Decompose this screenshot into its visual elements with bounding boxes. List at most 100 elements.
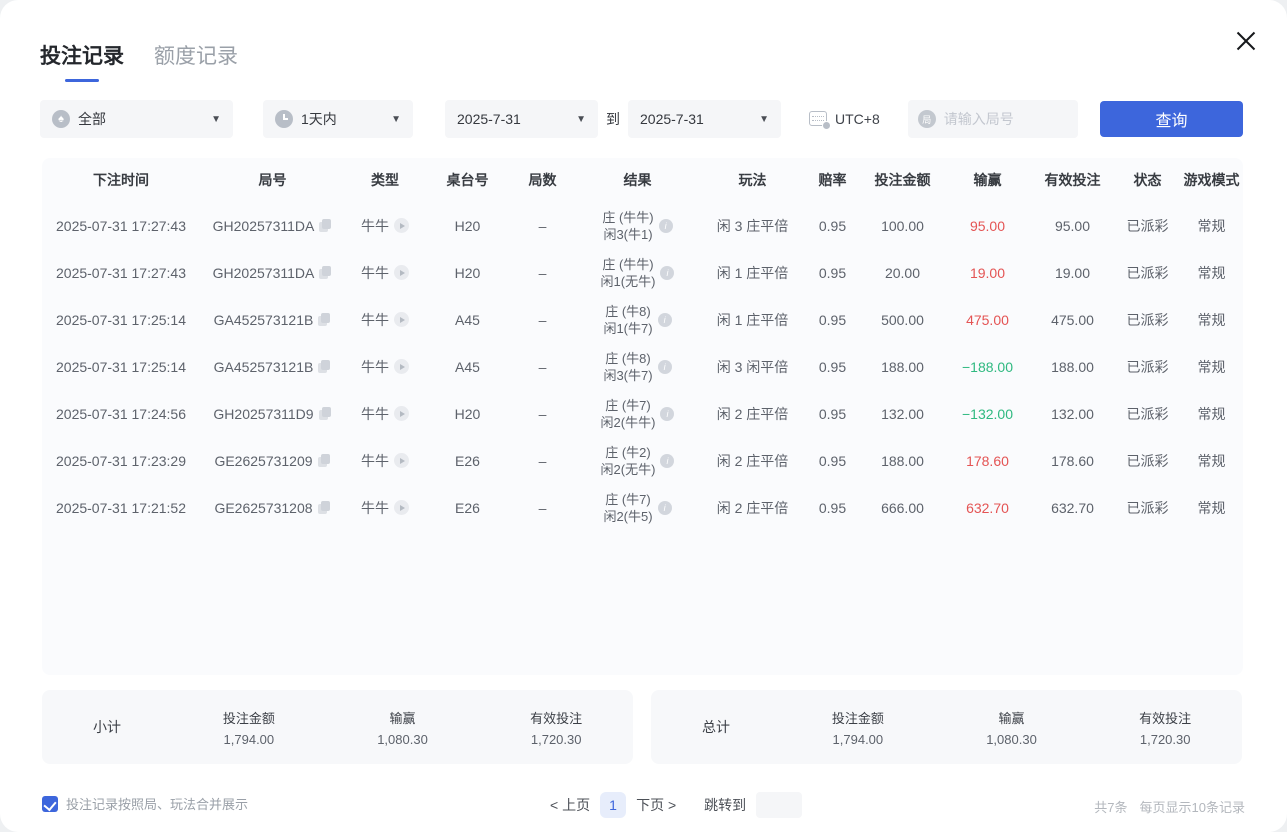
cell-play: 闲 1 庄平倍 bbox=[716, 264, 789, 281]
cell-status: 已派彩 bbox=[1126, 452, 1169, 469]
copy-icon[interactable] bbox=[318, 312, 331, 327]
game-type-select[interactable]: ♠ 全部 ▼ bbox=[40, 100, 233, 138]
column-header: 有效投注 bbox=[1044, 172, 1101, 188]
cell-game-type: 牛牛 bbox=[345, 498, 425, 518]
round-id-text: GH20257311DA bbox=[212, 217, 315, 234]
chevron-down-icon: ▼ bbox=[391, 113, 401, 125]
game-type-value: 全部 bbox=[78, 111, 106, 127]
cell-game-mode: 常规 bbox=[1197, 405, 1226, 422]
date-range-select[interactable]: 1天内 ▼ bbox=[263, 100, 413, 138]
cell-game-type: 牛牛 bbox=[345, 357, 425, 377]
copy-icon[interactable] bbox=[319, 265, 332, 280]
cell-play: 闲 3 庄平倍 bbox=[716, 217, 789, 234]
info-icon[interactable]: i bbox=[658, 218, 673, 233]
tab-bet-records[interactable]: 投注记录 bbox=[40, 40, 124, 82]
merge-toggle-label: 投注记录按照局、玩法合并展示 bbox=[66, 797, 249, 812]
cell-round-count: – bbox=[538, 217, 547, 234]
game-type-text: 牛牛 bbox=[361, 311, 389, 328]
close-icon[interactable] bbox=[1233, 28, 1259, 54]
subtotal-box: 小计 投注金额 1,794.00 输赢 1,080.30 有效投注 1,720.… bbox=[42, 690, 633, 764]
round-id-input[interactable] bbox=[943, 111, 1054, 127]
current-page-button[interactable]: 1 bbox=[600, 792, 627, 818]
game-type-text: 牛牛 bbox=[361, 217, 389, 234]
total-label: 总计 bbox=[702, 719, 730, 735]
cell-bet-time: 2025-07-31 17:21:52 bbox=[56, 499, 186, 516]
copy-icon[interactable] bbox=[319, 218, 332, 233]
cell-round-count: – bbox=[538, 311, 547, 328]
result-text: 庄 (牛2) 闲2(无牛) bbox=[600, 444, 656, 477]
cell-bet-amount: 20.00 bbox=[884, 264, 921, 281]
play-video-icon[interactable] bbox=[394, 359, 409, 374]
cell-game-mode: 常规 bbox=[1197, 452, 1226, 469]
round-id-text: GE2625731209 bbox=[214, 452, 313, 469]
cell-odds: 0.95 bbox=[818, 217, 847, 234]
round-id-text: GA452573121B bbox=[213, 311, 314, 328]
cell-winloss: 178.60 bbox=[966, 452, 1009, 469]
copy-icon[interactable] bbox=[318, 359, 331, 374]
date-to-select[interactable]: 2025-7-31 ▼ bbox=[628, 100, 781, 138]
cell-result: 庄 (牛7) 闲2(牛5) i bbox=[575, 491, 700, 525]
info-icon[interactable]: i bbox=[657, 500, 672, 515]
date-from-select[interactable]: 2025-7-31 ▼ bbox=[445, 100, 598, 138]
copy-icon[interactable] bbox=[317, 500, 331, 515]
cell-status: 已派彩 bbox=[1126, 499, 1169, 516]
round-id-field: 局 bbox=[907, 100, 1078, 138]
cell-odds: 0.95 bbox=[818, 452, 847, 469]
tab-quota-records[interactable]: 额度记录 bbox=[154, 40, 238, 82]
copy-icon[interactable] bbox=[317, 453, 331, 468]
cell-game-type: 牛牛 bbox=[345, 310, 425, 330]
timezone-label: UTC+8 bbox=[835, 111, 880, 127]
filter-bar: ♠ 全部 ▼ 1天内 ▼ 2025-7-31 ▼ 到 2025-7-31 ▼ U… bbox=[40, 100, 1243, 138]
cell-valid-bet: 132.00 bbox=[1051, 405, 1094, 422]
column-header: 局号 bbox=[258, 172, 287, 188]
cell-bet-time: 2025-07-31 17:27:43 bbox=[56, 217, 186, 234]
cell-round-id: GA452573121B bbox=[200, 359, 345, 375]
cell-game-type: 牛牛 bbox=[345, 404, 425, 424]
tab-bar: 投注记录 额度记录 bbox=[40, 40, 238, 82]
cell-bet-time: 2025-07-31 17:25:14 bbox=[56, 358, 186, 375]
round-id-text: GE2625731208 bbox=[214, 499, 313, 516]
play-video-icon[interactable] bbox=[394, 218, 409, 233]
result-text: 庄 (牛牛) 闲1(无牛) bbox=[600, 256, 656, 289]
subtotal-amount-label: 投注金额 bbox=[222, 710, 275, 726]
total-valid: 有效投注 1,720.30 bbox=[1088, 708, 1242, 747]
column-header: 玩法 bbox=[738, 172, 767, 188]
play-video-icon[interactable] bbox=[394, 312, 409, 327]
result-text: 庄 (牛7) 闲2(牛牛) bbox=[600, 397, 656, 430]
info-icon[interactable]: i bbox=[660, 265, 675, 280]
cell-result: 庄 (牛8) 闲3(牛7) i bbox=[575, 350, 700, 384]
info-icon[interactable]: i bbox=[657, 312, 672, 327]
info-icon[interactable]: i bbox=[657, 359, 672, 374]
round-id-text: GH20257311D9 bbox=[213, 405, 314, 422]
info-icon[interactable]: i bbox=[660, 453, 675, 468]
copy-icon[interactable] bbox=[318, 406, 332, 421]
cell-game-mode: 常规 bbox=[1197, 311, 1226, 328]
cell-play: 闲 3 闲平倍 bbox=[716, 358, 789, 375]
footer-bar: 投注记录按照局、玩法合并展示 < 上页 1 下页 > 跳转到 共7条 每页显示1… bbox=[42, 792, 1245, 818]
subtotal-valid-value: 1,720.30 bbox=[530, 731, 582, 747]
subtotal-winloss-label: 输赢 bbox=[389, 710, 416, 726]
play-video-icon[interactable] bbox=[394, 500, 409, 515]
play-video-icon[interactable] bbox=[394, 406, 409, 421]
cell-result: 庄 (牛8) 闲1(牛7) i bbox=[575, 303, 700, 337]
jump-to-page-input[interactable] bbox=[756, 792, 803, 818]
table-header-row: 下注时间 局号 类型 桌台号 局数 结果 玩法 赔率 投注金额 输赢 有效投注 状态 游戏模式 bbox=[42, 158, 1243, 202]
info-icon[interactable]: i bbox=[660, 406, 675, 421]
prev-page-button[interactable]: < 上页 bbox=[550, 795, 590, 815]
total-winloss-value: 1,080.30 bbox=[986, 731, 1037, 747]
checkbox-checked-icon[interactable] bbox=[42, 795, 58, 812]
result-text: 庄 (牛8) 闲1(牛7) bbox=[603, 303, 653, 336]
play-video-icon[interactable] bbox=[394, 265, 409, 280]
search-button[interactable]: 查询 bbox=[1100, 101, 1243, 137]
cell-status: 已派彩 bbox=[1126, 405, 1169, 422]
column-header: 投注金额 bbox=[874, 172, 931, 188]
cell-table-no: E26 bbox=[455, 499, 480, 516]
cell-winloss: 475.00 bbox=[966, 311, 1009, 328]
cell-bet-amount: 666.00 bbox=[881, 499, 924, 516]
play-video-icon[interactable] bbox=[394, 453, 409, 468]
bet-records-table: 下注时间 局号 类型 桌台号 局数 结果 玩法 赔率 投注金额 输赢 有效投注 状态 游戏模式 2025… bbox=[42, 158, 1243, 675]
game-type-text: 牛牛 bbox=[361, 499, 389, 516]
next-page-button[interactable]: 下页 > bbox=[636, 795, 676, 815]
merge-display-toggle[interactable]: 投注记录按照局、玩法合并展示 bbox=[42, 794, 248, 813]
cell-bet-time: 2025-07-31 17:27:43 bbox=[56, 264, 186, 281]
